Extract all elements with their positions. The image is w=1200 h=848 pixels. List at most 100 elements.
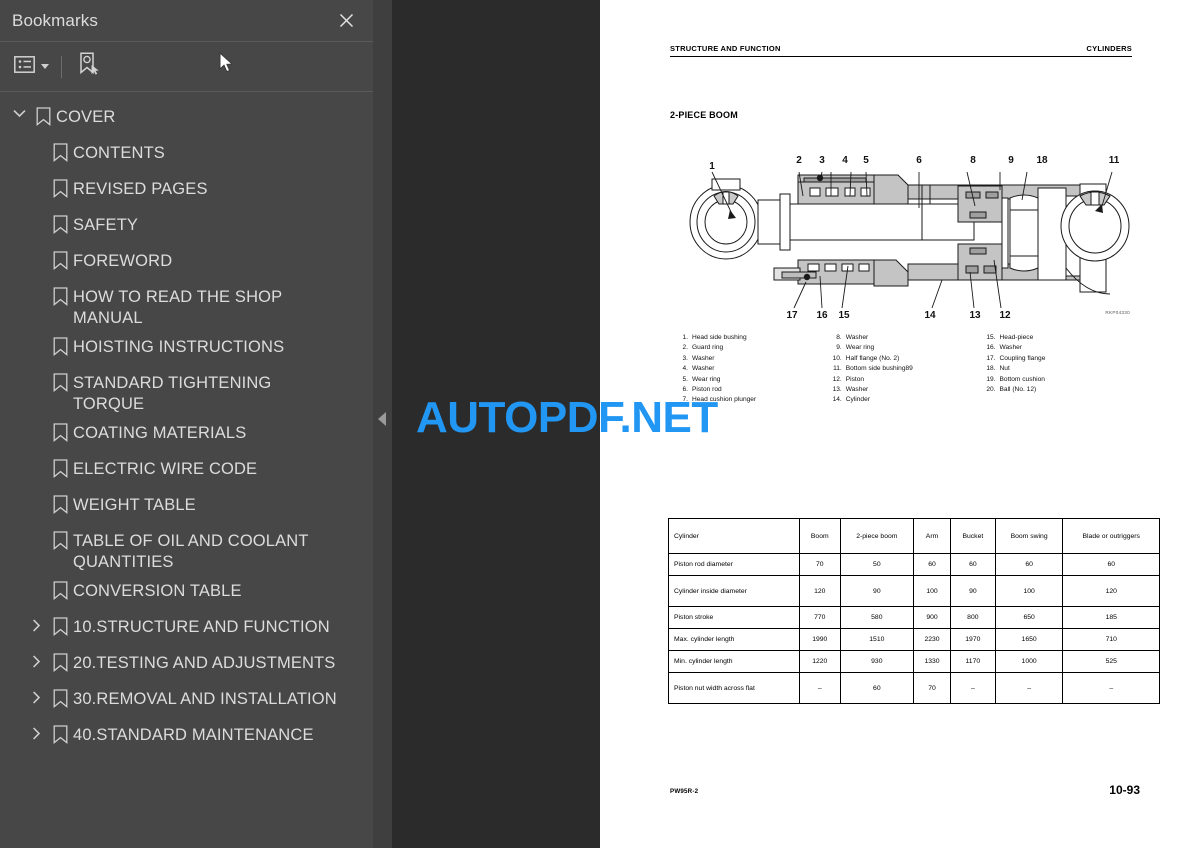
footer-model-code: PW95R-2	[670, 788, 699, 795]
bookmark-item[interactable]: WEIGHT TABLE	[0, 488, 373, 524]
close-glyph	[339, 13, 353, 28]
table-cell: 800	[949, 606, 996, 629]
table-header-row: Cylinder Boom 2-piece boom Arm Bucket Boom sw…	[668, 518, 1160, 554]
table-cell: 1650	[994, 628, 1064, 651]
legend-column-2: 8. Washer 9. Wear ring 10. Half flange (No. 2…	[828, 333, 982, 406]
table-cell: –	[799, 672, 841, 704]
page-running-header: STRUCTURE AND FUNCTION CYLINDERS	[670, 44, 1132, 57]
bookmark-label: 20.TESTING AND ADJUSTMENTS	[73, 654, 336, 672]
table-cell: 710	[1062, 628, 1160, 651]
bookmark-label: CONVERSION TABLE	[73, 582, 242, 600]
close-icon[interactable]	[333, 8, 359, 34]
bookmark-label: WEIGHT TABLE	[73, 496, 196, 514]
legend-item-number: 20.	[986, 386, 996, 394]
bookmark-icon	[47, 525, 73, 550]
bookmark-icon	[47, 575, 73, 600]
table-cell: 90	[839, 575, 915, 607]
bookmark-item[interactable]: 30.REMOVAL AND INSTALLATION	[0, 682, 373, 718]
legend-item-text: Wear ring	[692, 375, 721, 383]
legend-item-text: Coupling flange	[999, 354, 1046, 362]
legend-item-text: Wear ring	[845, 344, 875, 352]
bookmark-item[interactable]: ELECTRIC WIRE CODE	[0, 452, 373, 488]
table-row-label: Max. cylinder length	[668, 628, 800, 651]
legend-column-3: 15. Head-piece 16. Washer 17. Coupling flange…	[982, 333, 1136, 406]
callout-16: 16	[816, 310, 828, 321]
bookmark-icon	[47, 331, 73, 356]
sidebar-toolbar	[0, 42, 373, 92]
table-cell: 1220	[799, 650, 841, 673]
chevron-right-icon[interactable]	[25, 647, 47, 668]
header-left-text: STRUCTURE AND FUNCTION	[670, 44, 781, 53]
table-cell: 60	[839, 672, 915, 704]
bookmark-item[interactable]: CONVERSION TABLE	[0, 574, 373, 610]
legend-item-text: Head side bushing	[692, 334, 747, 341]
header-right-text: CYLINDERS	[1086, 44, 1132, 53]
bookmark-item[interactable]: SAFETY	[0, 208, 373, 244]
table-body: Piston rod diameter 70 50 60 60 60 60 Cylinder …	[668, 553, 1160, 704]
legend-item: 9. Wear ring	[828, 343, 982, 353]
table-cell: –	[949, 672, 996, 704]
chevron-down-icon[interactable]	[8, 101, 30, 118]
new-bookmark-button[interactable]	[74, 49, 104, 84]
collapse-sidebar-arrow-icon[interactable]	[378, 412, 386, 426]
legend-item: 7. Head cushion plunger	[674, 395, 828, 405]
new-bookmark-icon	[78, 52, 100, 81]
bookmark-label: 10.STRUCTURE AND FUNCTION	[73, 618, 330, 636]
bookmark-item[interactable]: CONTENTS	[0, 136, 373, 172]
list-options-icon	[14, 55, 35, 78]
table-cell: 650	[994, 606, 1064, 629]
legend-item: 18. Nut	[982, 364, 1136, 374]
table-row: Piston stroke 770 580 900 800 650 185	[668, 606, 1160, 629]
bookmark-item[interactable]: 40.STANDARD MAINTENANCE	[0, 718, 373, 754]
table-column-header: 2-piece boom	[839, 518, 915, 554]
bookmark-icon	[30, 101, 56, 126]
bookmark-icon	[47, 137, 73, 162]
figure-reference-code: RKP04330	[1105, 310, 1130, 315]
bookmarks-list[interactable]: COVER CONTENTS REVISED PAGES SAFETY FOREWORD…	[0, 92, 373, 848]
chevron-right-icon[interactable]	[25, 611, 47, 632]
bookmark-item[interactable]: STANDARD TIGHTENING TORQUE	[0, 366, 373, 416]
legend-item-number: 3.	[682, 354, 689, 362]
chevron-right-icon[interactable]	[25, 683, 47, 704]
table-cell: 580	[839, 606, 915, 629]
callout-6: 6	[916, 155, 922, 166]
callout-5: 5	[863, 155, 869, 166]
table-head: Cylinder Boom 2-piece boom Arm Bucket Boom sw…	[668, 518, 1160, 554]
table-cell: 60	[949, 553, 996, 576]
bookmark-item[interactable]: FOREWORD	[0, 244, 373, 280]
legend-item-text: Piston rod	[692, 386, 722, 394]
bookmark-label: HOISTING INSTRUCTIONS	[73, 338, 285, 356]
table-cell: –	[1062, 672, 1160, 704]
bookmark-item[interactable]: COATING MATERIALS	[0, 416, 373, 452]
table-column-header: Boom	[799, 518, 841, 554]
bookmark-item[interactable]: HOISTING INSTRUCTIONS	[0, 330, 373, 366]
table-row-label: Piston stroke	[668, 606, 800, 629]
table-column-header: Boom swing	[994, 518, 1064, 554]
bookmark-item[interactable]: 10.STRUCTURE AND FUNCTION	[0, 610, 373, 646]
legend-item-number: 19.	[986, 375, 996, 383]
bookmark-item[interactable]: COVER	[0, 100, 373, 136]
bookmark-item[interactable]: 20.TESTING AND ADJUSTMENTS	[0, 646, 373, 682]
legend-item: 8. Washer	[828, 333, 982, 343]
legend-item: 2. Guard ring	[674, 343, 828, 353]
table-row: Piston nut width across flat –60 70– – –	[668, 672, 1160, 704]
callout-9: 9	[1008, 155, 1014, 166]
legend-item-text: Ball (No. 12)	[999, 386, 1037, 394]
legend-item: 15. Head-piece	[982, 333, 1136, 343]
page-section-title: 2-PIECE BOOM	[670, 110, 738, 120]
table-cell: 900	[913, 606, 951, 629]
legend-item-number: 14.	[832, 396, 842, 404]
list-options-button[interactable]	[10, 53, 53, 81]
sidebar-header: Bookmarks	[0, 0, 373, 42]
table-cell: 120	[799, 575, 841, 607]
bookmark-item[interactable]: REVISED PAGES	[0, 172, 373, 208]
callout-18: 18	[1036, 155, 1048, 166]
pdf-viewer-canvas[interactable]: STRUCTURE AND FUNCTION CYLINDERS 2-PIECE…	[392, 0, 1200, 848]
chevron-right-icon[interactable]	[25, 719, 47, 740]
pdf-page: STRUCTURE AND FUNCTION CYLINDERS 2-PIECE…	[600, 0, 1200, 848]
legend-item: 20. Ball (No. 12)	[982, 385, 1136, 395]
bookmark-item[interactable]: TABLE OF OIL AND COOLANT QUANTITIES	[0, 524, 373, 574]
callout-1: 1	[709, 161, 715, 172]
bookmark-item[interactable]: HOW TO READ THE SHOP MANUAL	[0, 280, 373, 330]
bookmark-icon	[47, 453, 73, 478]
